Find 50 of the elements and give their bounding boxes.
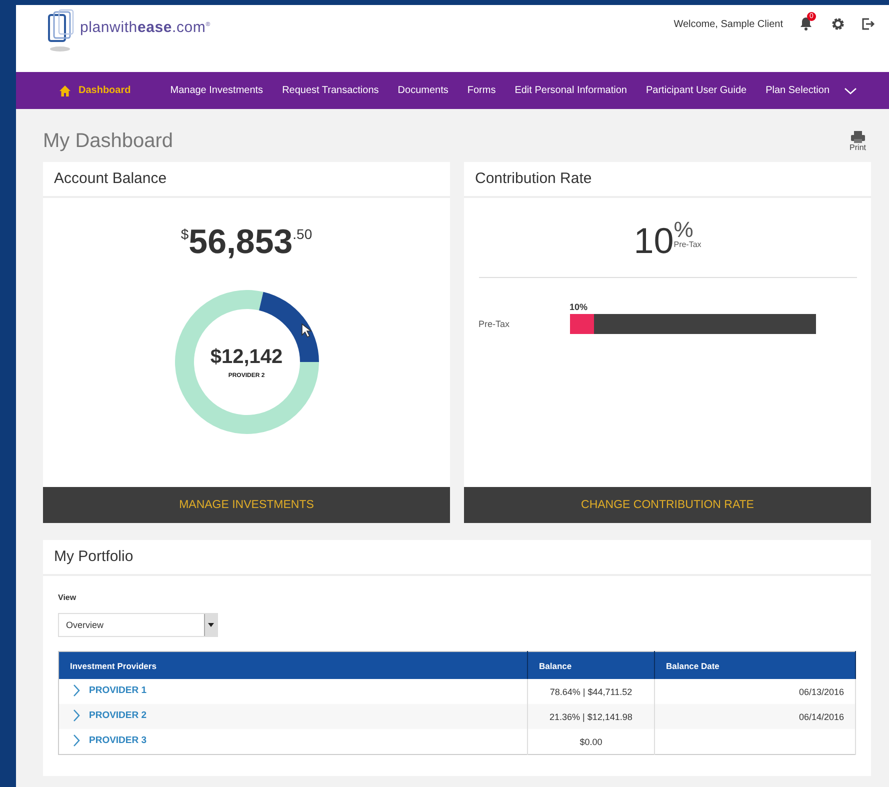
- provider-link[interactable]: PROVIDER 3: [70, 734, 147, 747]
- manage-investments-button[interactable]: MANAGE INVESTMENTS: [43, 487, 450, 523]
- slice-amount: $12,142: [210, 346, 283, 368]
- nav-link[interactable]: Dashboard: [49, 84, 161, 96]
- card-title: My Portfolio: [43, 540, 871, 576]
- bar-value: 10%: [570, 302, 589, 312]
- column-header: Balance: [528, 652, 654, 679]
- home-icon: [58, 84, 70, 96]
- nav-link[interactable]: Plan Selection: [756, 85, 866, 96]
- table-cell: $0.00: [528, 729, 654, 754]
- provider-link[interactable]: PROVIDER 2: [70, 709, 147, 722]
- card-title: Contribution Rate: [464, 162, 871, 198]
- currency-sign: $: [180, 226, 189, 242]
- column-header: Balance Date: [654, 652, 856, 679]
- rate-value: 10: [634, 220, 674, 262]
- table-cell: 06/13/2016: [798, 686, 844, 696]
- column-header: Investment Providers: [58, 652, 528, 679]
- chevron-right-icon: [73, 684, 80, 697]
- logo-text: planwithease.com$^{®}$: [80, 19, 210, 36]
- nav-link[interactable]: Forms: [458, 85, 506, 96]
- nav-link[interactable]: Edit Personal Information: [505, 85, 636, 96]
- chevron-right-icon: [73, 734, 80, 747]
- welcome-text: Welcome, Sample Client: [674, 18, 783, 30]
- rate-label: Pre-Tax: [674, 240, 702, 249]
- print-button[interactable]: Print: [850, 131, 866, 152]
- chevron-down-icon: [844, 86, 857, 94]
- percent-sign: %: [674, 220, 694, 240]
- card-title: Account Balance: [43, 162, 450, 198]
- balance-cents: .50: [292, 226, 312, 242]
- nav-link[interactable]: Participant User Guide: [636, 85, 756, 96]
- provider-link[interactable]: PROVIDER 1: [70, 684, 147, 697]
- caret-icon: [208, 623, 214, 627]
- nav-link[interactable]: Documents: [388, 85, 458, 96]
- logout-icon[interactable]: [861, 17, 875, 31]
- chevron-right-icon: [73, 709, 80, 722]
- nav-link[interactable]: Request Transactions: [272, 85, 388, 96]
- settings-icon[interactable]: [831, 17, 845, 31]
- table-cell: 21.36% | $12,141.98: [528, 704, 654, 729]
- page-title: My Dashboard: [43, 130, 174, 153]
- view-label: View: [58, 593, 78, 602]
- nav-link[interactable]: Manage Investments: [160, 85, 273, 96]
- printer-icon: [850, 131, 865, 143]
- balance-amount: 56,853: [188, 223, 293, 262]
- bar-label: Pre-Tax: [478, 319, 511, 329]
- view-dropdown[interactable]: Overview: [58, 613, 218, 637]
- cursor-icon: [300, 323, 312, 338]
- donut-slice[interactable]: [174, 290, 318, 434]
- change-contribution-rate-button[interactable]: CHANGE CONTRIBUTION RATE: [464, 487, 871, 523]
- table-cell: 06/14/2016: [798, 712, 844, 722]
- logo-icon: [46, 9, 76, 53]
